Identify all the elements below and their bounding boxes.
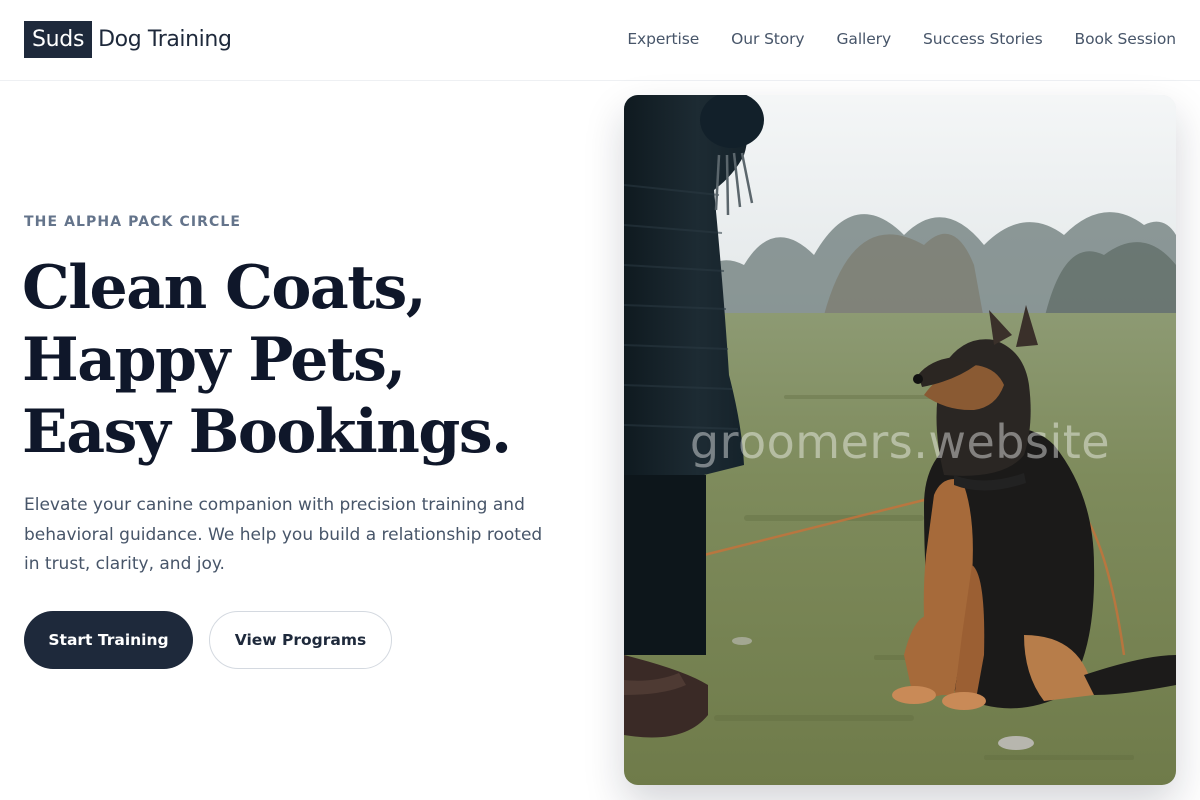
- headline-line-3: Easy Bookings.: [22, 397, 512, 467]
- hero-image: groomers.website: [624, 95, 1176, 785]
- view-programs-button[interactable]: View Programs: [209, 611, 392, 669]
- main-nav: Expertise Our Story Gallery Success Stor…: [627, 28, 1176, 50]
- logo-wordmark: Dog Training: [98, 27, 232, 52]
- nav-item-success-stories[interactable]: Success Stories: [923, 28, 1043, 50]
- headline-line-2: Happy Pets,: [22, 325, 406, 395]
- hero-eyebrow: THE ALPHA PACK CIRCLE: [24, 214, 242, 230]
- hero-headline: Clean Coats, Happy Pets, Easy Bookings.: [22, 252, 582, 468]
- nav-item-book-session[interactable]: Book Session: [1075, 28, 1177, 50]
- dog-training-photo: [624, 95, 1176, 785]
- nav-item-our-story[interactable]: Our Story: [731, 28, 804, 50]
- headline-line-1: Clean Coats,: [22, 253, 427, 323]
- start-training-button[interactable]: Start Training: [24, 611, 193, 669]
- nav-item-expertise[interactable]: Expertise: [627, 28, 699, 50]
- nav-item-gallery[interactable]: Gallery: [837, 28, 892, 50]
- site-header: Suds Dog Training Expertise Our Story Ga…: [0, 0, 1200, 81]
- site-logo[interactable]: Suds Dog Training: [24, 21, 232, 58]
- hero-description: Elevate your canine companion with preci…: [24, 495, 543, 574]
- logo-badge: Suds: [24, 21, 93, 58]
